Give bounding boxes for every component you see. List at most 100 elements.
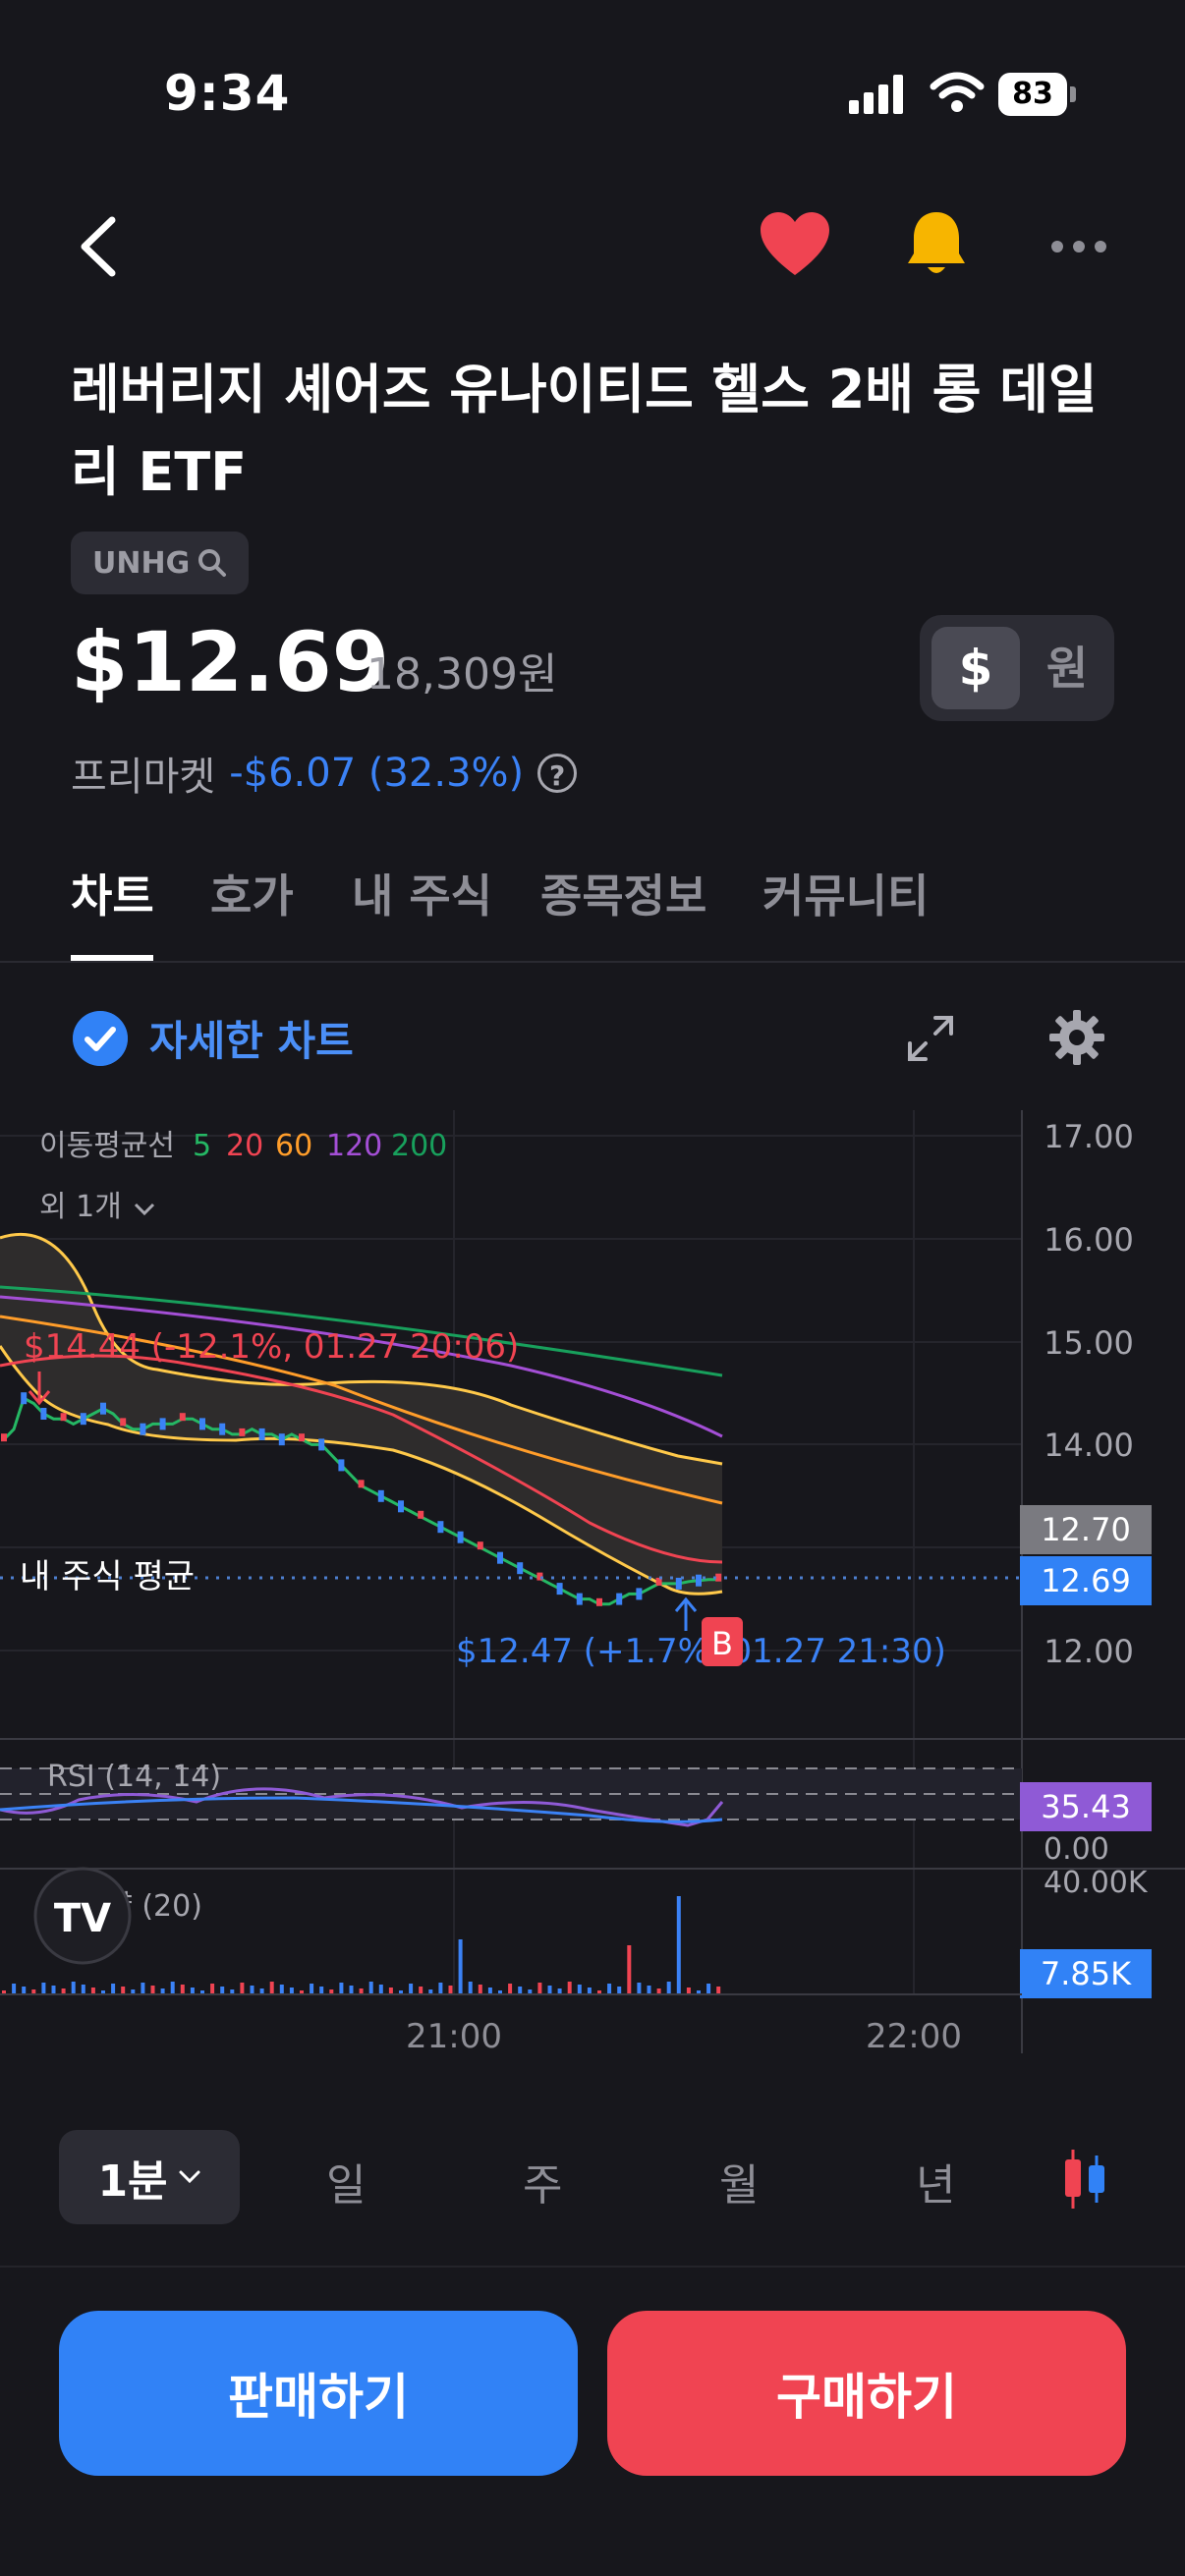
volume-bar <box>81 1985 85 1994</box>
chevron-down-icon <box>134 1203 155 1216</box>
period-week[interactable]: 주 <box>523 2150 562 2212</box>
chevron-down-icon <box>179 2170 200 2184</box>
currency-krw-option[interactable]: 원 <box>1030 627 1104 709</box>
buy-button[interactable]: 구매하기 <box>607 2311 1126 2476</box>
volume-bar <box>378 1985 383 1994</box>
premarket-label: 프리마켓 <box>71 755 216 800</box>
ticker-label: UNHG <box>92 545 191 581</box>
candle <box>616 1593 623 1605</box>
period-month[interactable]: 월 <box>719 2150 759 2212</box>
bell-icon[interactable] <box>904 208 969 281</box>
ticker-chip[interactable]: UNHG <box>71 532 250 594</box>
volume-bar <box>666 1982 671 1994</box>
volume-bar <box>567 1982 572 1994</box>
battery-icon: 83 <box>998 73 1076 116</box>
volume-bar <box>22 1987 27 1994</box>
premarket-row: 프리마켓 -$6.07 (32.3%) ? <box>71 745 578 802</box>
interval-dropdown[interactable]: 1분 <box>59 2130 240 2224</box>
x-tick: 21:00 <box>406 2017 502 2053</box>
currency-toggle[interactable]: $ 원 <box>920 615 1114 721</box>
candle <box>318 1438 325 1451</box>
expand-icon[interactable] <box>904 1012 957 1065</box>
volume-bar <box>617 1987 622 1994</box>
prev-price-tag: 12.70 <box>1041 1511 1131 1548</box>
period-year[interactable]: 년 <box>916 2150 955 2212</box>
currency-usd-option[interactable]: $ <box>931 627 1020 709</box>
candle <box>596 1597 602 1606</box>
low-annotation: $12.47 (+1.7%, 01.27 21:30) <box>456 1632 946 1671</box>
interval-label: 1분 <box>97 2156 168 2207</box>
candle <box>418 1510 424 1519</box>
volume-bar <box>508 1984 513 1994</box>
back-icon[interactable] <box>71 212 130 281</box>
wifi-icon <box>930 72 985 112</box>
volume-bar <box>419 1987 423 1994</box>
volume-bar <box>547 1986 552 1994</box>
candle <box>140 1423 146 1435</box>
candle <box>80 1413 86 1426</box>
volume-bar <box>706 1984 711 1994</box>
sell-button[interactable]: 판매하기 <box>59 2311 578 2476</box>
volume-bar <box>438 1983 443 1994</box>
volume-bar <box>111 1984 116 1994</box>
battery-level: 83 <box>998 73 1067 116</box>
volume-bar <box>487 1988 492 1994</box>
ma60-label: 60 <box>275 1129 312 1163</box>
volume-bar <box>587 1988 592 1994</box>
price-krw: 18,309원 <box>367 649 558 700</box>
y-tick: 16.00 <box>1044 1221 1134 1259</box>
candle <box>1 1433 7 1442</box>
tab-orderbook[interactable]: 호가 <box>210 861 294 925</box>
tab-stock-info[interactable]: 종목정보 <box>540 861 706 925</box>
candle <box>497 1551 503 1564</box>
rsi-value-tag: 35.43 <box>1041 1788 1131 1825</box>
more-indicators[interactable]: 외 1개 <box>39 1190 122 1224</box>
my-avg-label: 내 주식 평균 <box>20 1557 195 1596</box>
gear-icon[interactable] <box>1047 1008 1106 1067</box>
help-icon[interactable]: ? <box>537 754 578 793</box>
candle <box>636 1588 643 1600</box>
candle <box>40 1408 47 1420</box>
tab-chart[interactable]: 차트 <box>71 861 154 925</box>
candle <box>299 1433 305 1442</box>
volume-bar <box>349 1986 354 1994</box>
candle <box>377 1489 384 1502</box>
volume-bar <box>71 1982 76 1994</box>
candle <box>517 1562 524 1575</box>
heart-icon[interactable] <box>759 210 831 279</box>
volume-bar <box>458 1939 463 1994</box>
ma200-label: 200 <box>391 1129 447 1163</box>
volume-bar <box>150 1986 155 1994</box>
tab-my-stock[interactable]: 내 주식 <box>352 861 492 925</box>
period-day[interactable]: 일 <box>326 2150 366 2212</box>
volume-bar <box>289 1988 294 1994</box>
volume-bar <box>368 1982 373 1994</box>
volume-bar <box>310 1984 314 1994</box>
detail-chart-label: 자세한 차트 <box>149 1017 354 1065</box>
cellular-signal-icon <box>849 75 904 114</box>
ma-label: 이동평균선 <box>39 1129 175 1163</box>
volume-bar <box>279 1985 284 1994</box>
candle <box>199 1418 205 1430</box>
tab-community[interactable]: 커뮤니티 <box>762 861 929 925</box>
buy-marker: B <box>711 1625 733 1662</box>
more-icon[interactable] <box>1049 232 1108 261</box>
divider <box>0 2266 1185 2268</box>
ma20-label: 20 <box>226 1129 263 1163</box>
chart-grid <box>0 1110 1022 1994</box>
y-tick: 12.00 <box>1044 1633 1134 1670</box>
detail-chart-toggle[interactable]: 자세한 차트 <box>73 1008 354 1068</box>
tab-bar: 차트 호가 내 주식 종목정보 커뮤니티 <box>0 861 1185 963</box>
volume-bar <box>388 1988 393 1994</box>
check-icon <box>73 1010 128 1066</box>
volume-bar <box>141 1983 145 1994</box>
candle <box>556 1583 563 1596</box>
volume-bar <box>577 1985 582 1994</box>
price-chart[interactable]: 내 주식 평균 $14.44 (-12.1%, 01.27 20:06) $12… <box>0 1110 1185 2053</box>
volume-bar <box>448 1986 453 1994</box>
candle <box>159 1418 166 1430</box>
volume-bar <box>250 1986 254 1994</box>
candle <box>437 1521 444 1534</box>
candlestick-icon[interactable] <box>1057 2148 1112 2211</box>
volume-bar <box>537 1983 542 1994</box>
